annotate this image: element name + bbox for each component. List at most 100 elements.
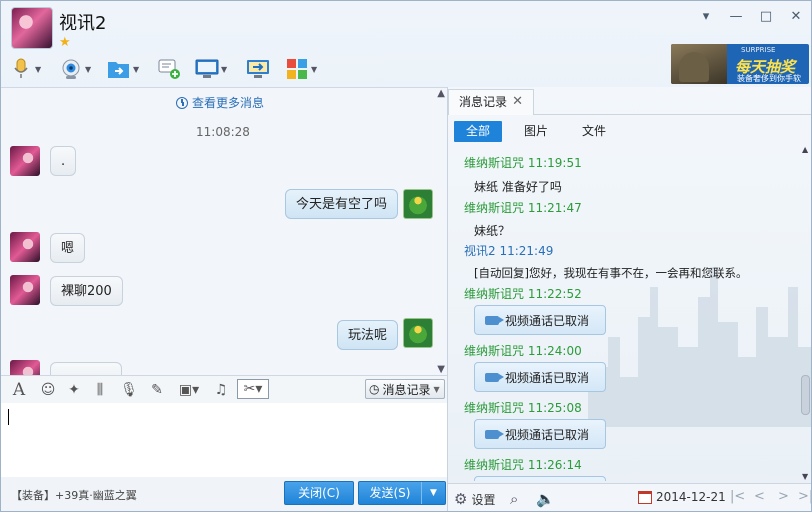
record-header: 维纳斯诅咒 11:22:52 (464, 287, 582, 301)
contact-avatar[interactable] (10, 275, 40, 305)
video-camera-icon (485, 315, 504, 325)
scroll-down-icon[interactable]: ▼ (802, 472, 808, 481)
scroll-up-icon[interactable]: ▲ (437, 88, 445, 99)
minimize-button[interactable]: — (727, 9, 745, 25)
input-footer: 【装备】+39真·幽蓝之翼 关闭(C) 发送(S) ▼ (1, 477, 447, 511)
emoji-icon[interactable]: ☺ (39, 381, 57, 399)
scrollbar-thumb[interactable] (801, 375, 810, 415)
close-icon[interactable]: ✕ (512, 90, 523, 114)
screen-share-button[interactable] (246, 55, 270, 83)
ad-subtitle: 装备奢侈到你手软 (737, 74, 801, 83)
music-icon[interactable]: ♫ (212, 381, 230, 399)
tab-label: 消息记录 (459, 95, 508, 109)
contact-avatar[interactable] (11, 7, 53, 49)
chevron-down-icon[interactable]: ▼ (85, 65, 91, 74)
star-icon[interactable]: ★ (59, 35, 71, 50)
next-page-icon[interactable]: > (778, 489, 789, 504)
history-filters: 全部 图片 文件 (454, 121, 628, 143)
scroll-up-icon[interactable]: ▲ (802, 145, 808, 154)
image-icon[interactable]: ▣▾ (174, 381, 204, 399)
filter-files[interactable]: 文件 (570, 121, 618, 142)
clock-icon (176, 96, 188, 109)
video-call-record[interactable]: 视频通话已取消 (474, 362, 606, 392)
last-page-icon[interactable]: >| (798, 489, 811, 504)
menu-caret-icon[interactable]: ▾ (697, 9, 715, 25)
new-discussion-button[interactable] (157, 55, 181, 83)
voice-message-icon[interactable]: 🎙 (120, 381, 138, 399)
close-button[interactable]: 关闭(C) (284, 481, 354, 505)
first-page-icon[interactable]: |< (730, 489, 745, 504)
send-label[interactable]: 发送(S) (359, 482, 421, 504)
screenshot-scissors-icon[interactable]: ✂▾ (237, 379, 269, 399)
monitor-icon (195, 57, 219, 81)
message-history-button[interactable]: ◷ 消息记录 ▼ (365, 379, 445, 399)
ad-logo: SURPRISE (741, 46, 776, 54)
contact-avatar[interactable] (10, 360, 40, 375)
video-call-record-partial[interactable] (474, 476, 606, 481)
history-scrollbar[interactable]: ▲ ▼ (800, 143, 811, 483)
history-footer: ⚙ 设置 ⌕ 🔈 2014-12-21 |< < > >| (448, 483, 811, 511)
font-icon[interactable]: A (10, 381, 28, 399)
share-screen-icon (246, 57, 270, 81)
contact-avatar[interactable] (10, 232, 40, 262)
remote-desktop-button[interactable]: ▼ (195, 55, 227, 83)
history-records[interactable]: 维纳斯诅咒 11:19:51 妹纸 准备好了吗 维纳斯诅咒 11:21:47 妹… (448, 151, 798, 481)
history-tabbar: 消息记录 ✕ (448, 87, 811, 115)
message-bubble: 今天是有空了吗 (285, 189, 399, 219)
message-bubble-partial (50, 362, 122, 375)
doodle-icon[interactable]: ✎ (148, 381, 166, 399)
magic-wand-icon[interactable]: ✦ (65, 381, 83, 399)
microphone-icon (9, 57, 33, 81)
view-more-label: 查看更多消息 (192, 96, 265, 110)
record-header: 维纳斯诅咒 11:26:14 (464, 458, 582, 472)
chat-transcript[interactable]: 查看更多消息 ▲ 11:08:28 . 今天是有空了吗 嗯 裸聊200 玩法呢 … (1, 87, 447, 375)
record-text: 妹纸 准备好了吗 (474, 180, 562, 194)
speaker-icon[interactable]: 🔈 (536, 490, 555, 508)
message-timestamp: 11:08:28 (196, 125, 250, 139)
record-header: 维纳斯诅咒 11:21:47 (464, 201, 582, 215)
shake-icon[interactable]: ⫼ (91, 381, 109, 399)
input-toolbar: A ☺ ✦ ⫼ 🎙 ✎ ▣▾ ♫ ✂▾ ◷ 消息记录 ▼ (1, 375, 447, 403)
close-window-button[interactable]: ✕ (787, 9, 805, 25)
chevron-down-icon[interactable]: ▼ (133, 65, 139, 74)
chevron-down-icon[interactable]: ▼ (221, 65, 227, 74)
apps-button[interactable]: ▼ (285, 55, 317, 83)
search-icon[interactable]: ⌕ (510, 490, 518, 508)
self-avatar[interactable] (403, 318, 433, 348)
webcam-icon (59, 57, 83, 81)
video-call-record[interactable]: 视频通话已取消 (474, 305, 606, 335)
settings-button[interactable]: ⚙ 设置 (454, 490, 495, 508)
date-picker[interactable]: 2014-12-21 (638, 490, 726, 504)
chevron-down-icon[interactable]: ▼ (311, 65, 317, 74)
call-status: 视频通话已取消 (505, 427, 590, 442)
ad-banner[interactable]: SURPRISE 每天抽奖 装备奢侈到你手软 (671, 44, 809, 84)
video-call-button[interactable]: ▼ (59, 55, 91, 83)
scroll-down-icon[interactable]: ▼ (437, 364, 445, 375)
view-more-messages-link[interactable]: 查看更多消息 (176, 94, 264, 111)
chat-add-icon (157, 57, 181, 81)
chevron-down-icon[interactable]: ▼ (35, 65, 41, 74)
record-text: 妹纸？ (474, 224, 511, 238)
tab-message-history[interactable]: 消息记录 ✕ (448, 89, 534, 115)
maximize-button[interactable]: □ (757, 9, 775, 25)
contact-avatar[interactable] (10, 146, 40, 176)
filter-images[interactable]: 图片 (512, 121, 560, 142)
self-avatar[interactable] (403, 189, 433, 219)
message-history-label: 消息记录 (382, 382, 431, 397)
contact-name: 视讯2 (59, 13, 107, 34)
record-text: [自动回复]您好，我现在有事不在，一会再和您联系。 (474, 266, 748, 280)
send-options-chevron-icon[interactable]: ▼ (421, 482, 445, 504)
send-file-button[interactable]: ▼ (107, 55, 139, 83)
message-input[interactable] (1, 403, 447, 477)
gear-icon: ⚙ (454, 490, 468, 508)
record-header: 视讯2 11:21:49 (464, 244, 554, 258)
folder-send-icon (107, 57, 131, 81)
previous-page-icon[interactable]: < (754, 489, 765, 504)
filter-all[interactable]: 全部 (454, 121, 503, 142)
video-call-record[interactable]: 视频通话已取消 (474, 419, 606, 449)
voice-call-button[interactable]: ▼ (9, 55, 41, 83)
record-header: 维纳斯诅咒 11:25:08 (464, 401, 582, 415)
send-button[interactable]: 发送(S) ▼ (358, 481, 446, 505)
history-panel: 消息记录 ✕ 全部 图片 文件 维纳斯诅咒 11:19:51 妹纸 准备好了吗 … (447, 87, 811, 511)
signature-text: 【装备】+39真·幽蓝之翼 (11, 489, 137, 502)
